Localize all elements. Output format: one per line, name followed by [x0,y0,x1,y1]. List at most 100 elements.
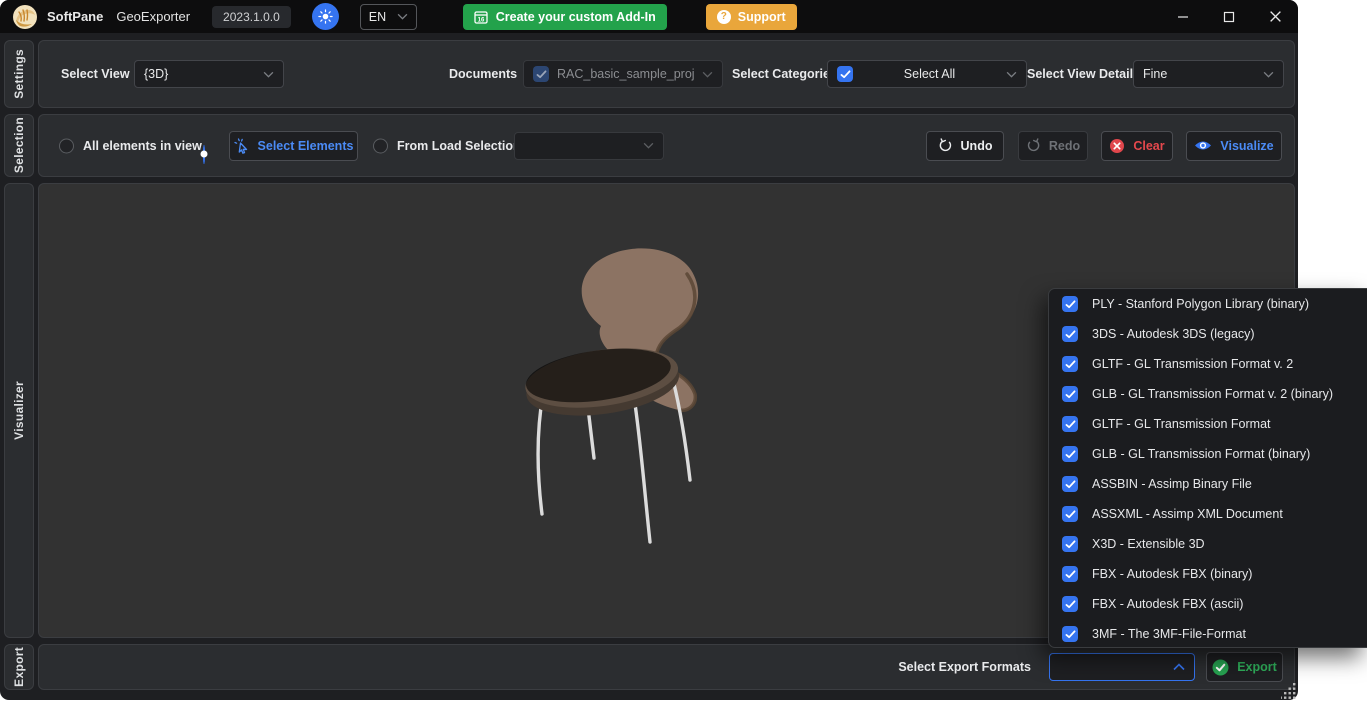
language-select[interactable]: EN [360,4,417,30]
format-option[interactable]: FBX - Autodesk FBX (binary) [1049,559,1367,589]
select-elements-button[interactable]: Select Elements [229,131,358,161]
format-checkbox[interactable] [1062,536,1078,552]
minimize-icon [1177,11,1189,23]
select-all-checkbox[interactable] [837,66,853,82]
sun-icon [318,9,333,24]
format-option[interactable]: GLB - GL Transmission Format (binary) [1049,439,1367,469]
chair-seat [522,340,683,425]
format-checkbox[interactable] [1062,566,1078,582]
format-checkbox[interactable] [1062,386,1078,402]
chevron-down-icon [1263,71,1274,78]
redo-icon [1026,138,1041,153]
format-checkbox[interactable] [1062,506,1078,522]
format-label: 3DS - Autodesk 3DS (legacy) [1092,327,1255,341]
chevron-down-icon [397,13,408,20]
selection-panel: All elements in view Select Elements Fro… [38,114,1295,177]
format-option[interactable]: GLTF - GL Transmission Format [1049,409,1367,439]
select-view-detail-dropdown[interactable]: Fine [1133,60,1284,88]
question-icon: ? [717,10,731,24]
all-elements-radio[interactable] [59,138,74,153]
softpane-logo [12,4,38,30]
select-view-label: Select View [61,67,130,81]
format-option[interactable]: ASSBIN - Assimp Binary File [1049,469,1367,499]
format-checkbox[interactable] [1062,476,1078,492]
support-label: Support [738,10,786,24]
select-view-detail-value: Fine [1143,67,1255,81]
format-label: GLB - GL Transmission Format (binary) [1092,447,1310,461]
select-elements-label: Select Elements [258,139,354,153]
undo-icon [938,138,953,153]
tab-export[interactable]: Export [4,644,34,690]
undo-button[interactable]: Undo [926,131,1004,161]
select-categories-value: Select All [861,67,998,81]
format-label: GLTF - GL Transmission Format v. 2 [1092,357,1293,371]
close-button[interactable] [1252,0,1298,33]
maximize-icon [1223,11,1235,23]
version-badge: 2023.1.0.0 [212,6,291,28]
format-label: GLB - GL Transmission Format v. 2 (binar… [1092,387,1333,401]
theme-toggle-button[interactable] [312,3,339,30]
tab-settings[interactable]: Settings [4,40,34,108]
format-option[interactable]: FBX - Autodesk FBX (ascii) [1049,589,1367,619]
window-controls [1160,0,1298,33]
chevron-up-icon [1173,663,1185,671]
visualize-button[interactable]: Visualize [1186,131,1282,161]
support-button[interactable]: ? Support [706,4,797,30]
documents-checkbox[interactable] [533,66,549,82]
format-label: ASSBIN - Assimp Binary File [1092,477,1252,491]
chevron-down-icon [263,71,274,78]
format-checkbox[interactable] [1062,446,1078,462]
format-checkbox[interactable] [1062,296,1078,312]
clear-label: Clear [1133,139,1164,153]
export-button[interactable]: Export [1206,652,1283,682]
maximize-button[interactable] [1206,0,1252,33]
format-option[interactable]: PLY - Stanford Polygon Library (binary) [1049,289,1367,319]
app-name: GeoExporter [116,9,190,24]
tab-selection[interactable]: Selection [4,114,34,177]
all-elements-label: All elements in view [83,139,202,153]
select-view-dropdown[interactable]: {3D} [134,60,284,88]
format-label: FBX - Autodesk FBX (binary) [1092,567,1252,581]
format-label: 3MF - The 3MF-File-Format [1092,627,1246,641]
redo-button[interactable]: Redo [1018,131,1088,161]
visualize-label: Visualize [1220,139,1273,153]
close-icon [1269,10,1282,23]
export-formats-dropdown[interactable] [1049,653,1195,681]
tab-visualizer[interactable]: Visualizer [4,183,34,638]
minimize-button[interactable] [1160,0,1206,33]
format-checkbox[interactable] [1062,626,1078,642]
format-option[interactable]: GLB - GL Transmission Format v. 2 (binar… [1049,379,1367,409]
resize-grip[interactable] [1281,683,1297,699]
export-formats-label: Select Export Formats [898,660,1031,674]
create-addin-button[interactable]: 16 Create your custom Add-In [463,4,667,30]
from-load-label: From Load Selection [397,139,521,153]
format-label: X3D - Extensible 3D [1092,537,1205,551]
load-selection-dropdown[interactable] [514,132,664,160]
from-load-radio[interactable] [373,138,388,153]
format-checkbox[interactable] [1062,326,1078,342]
documents-value: RAC_basic_sample_proje [557,67,694,81]
format-option[interactable]: 3DS - Autodesk 3DS (legacy) [1049,319,1367,349]
export-formats-popup: PLY - Stanford Polygon Library (binary) … [1048,288,1367,648]
format-label: GLTF - GL Transmission Format [1092,417,1271,431]
export-label: Export [1237,660,1277,674]
redo-label: Redo [1049,139,1080,153]
language-value: EN [369,10,391,24]
format-checkbox[interactable] [1062,356,1078,372]
format-label: FBX - Autodesk FBX (ascii) [1092,597,1243,611]
chevron-down-icon [643,142,654,149]
select-categories-dropdown[interactable]: Select All [827,60,1027,88]
select-elements-radio[interactable] [203,145,205,164]
format-option[interactable]: X3D - Extensible 3D [1049,529,1367,559]
format-option[interactable]: ASSXML - Assimp XML Document [1049,499,1367,529]
chevron-down-icon [702,71,713,78]
export-panel: Select Export Formats Export [38,644,1295,690]
format-option[interactable]: 3MF - The 3MF-File-Format [1049,619,1367,648]
format-checkbox[interactable] [1062,416,1078,432]
clear-button[interactable]: Clear [1101,131,1173,161]
format-label: PLY - Stanford Polygon Library (binary) [1092,297,1309,311]
format-option[interactable]: GLTF - GL Transmission Format v. 2 [1049,349,1367,379]
format-checkbox[interactable] [1062,596,1078,612]
documents-dropdown[interactable]: RAC_basic_sample_proje [523,60,723,88]
cursor-select-icon [234,138,250,154]
